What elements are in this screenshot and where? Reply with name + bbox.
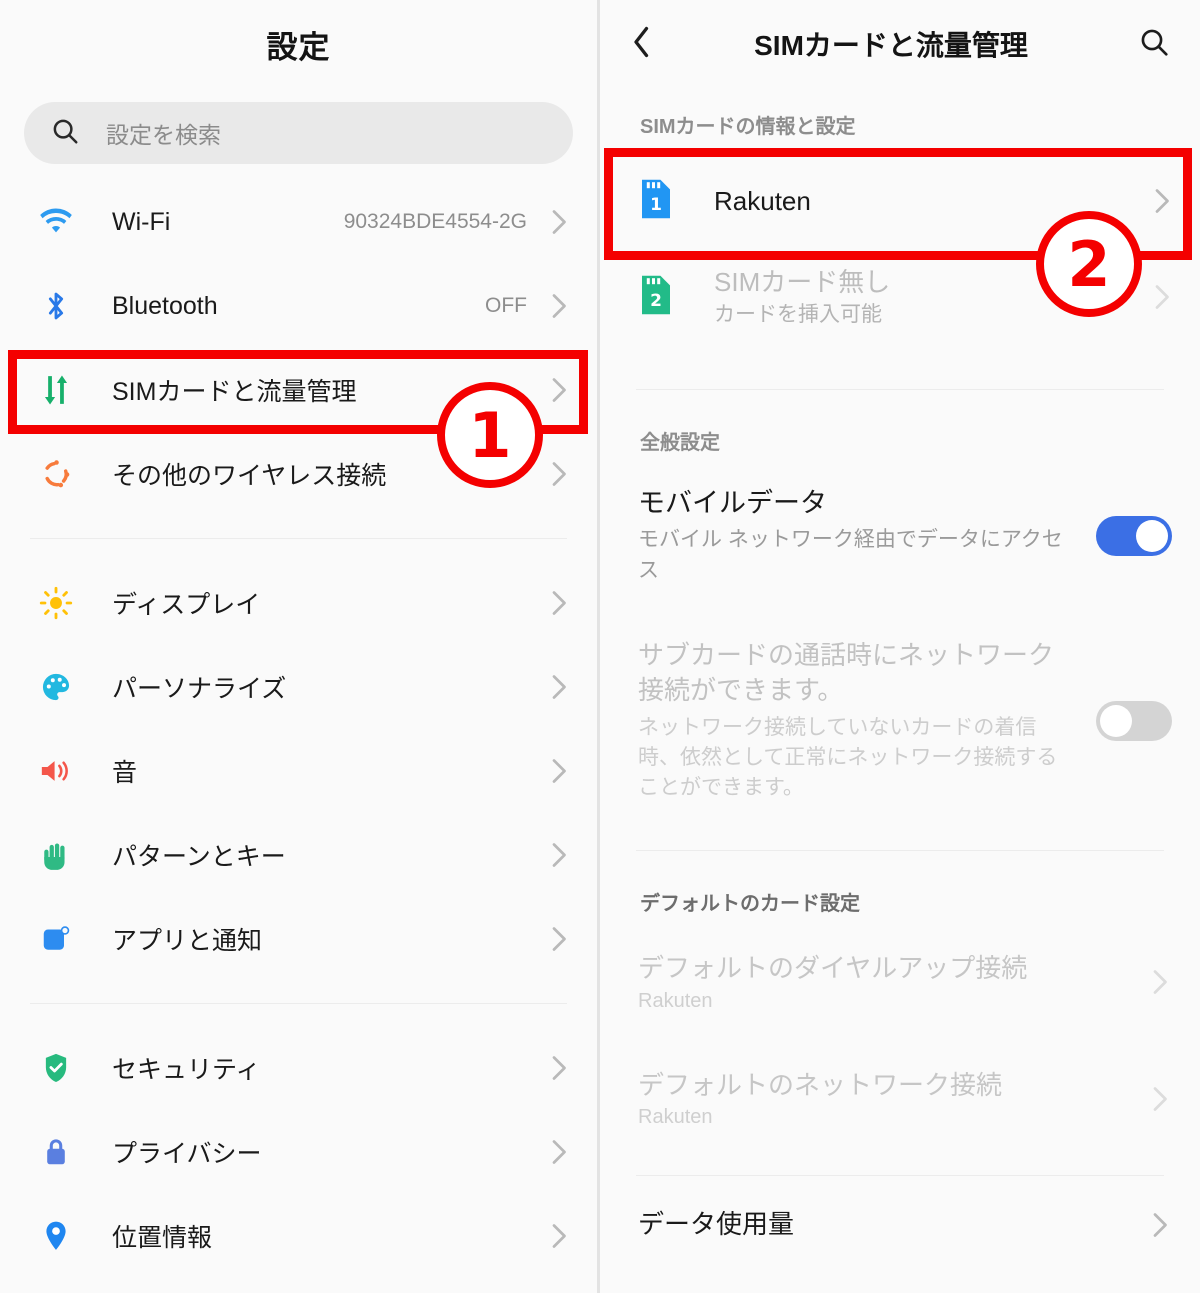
sidebar-item-personalize[interactable]: パーソナライズ [0,645,597,729]
settings-panel: 設定 設定を検索 Wi-Fi 90324BDE4554-2G Bluetooth… [0,0,597,1293]
chevron-right-icon [549,459,571,489]
chevron-right-icon [1150,1210,1172,1240]
default-network-value: Rakuten [638,1106,713,1129]
chevron-right-icon [549,588,571,618]
sidebar-item-label: 位置情報 [112,1224,213,1252]
sidebar-item-bluetooth[interactable]: Bluetooth OFF [0,264,597,348]
lock-icon [34,1136,78,1168]
sidebar-item-wifi[interactable]: Wi-Fi 90324BDE4554-2G [0,180,597,264]
subcard-network-toggle[interactable] [1096,701,1172,742]
chevron-right-icon [1150,967,1172,997]
search-placeholder: 設定を検索 [106,122,221,148]
sidebar-item-patterns-keys[interactable]: パターンとキー [0,813,597,897]
app-bar: SIMカードと流量管理 [600,0,1200,88]
sidebar-item-label: Bluetooth [112,291,218,320]
shield-check-icon [34,1052,78,1084]
sidebar-item-display[interactable]: ディスプレイ [0,561,597,645]
default-network-title: デフォルトのネットワーク接続 [638,1069,1003,1100]
page-title: 設定 [266,29,331,65]
annotation-marker-2: 2 [1036,211,1142,317]
toggle-knob [1136,519,1168,552]
subcard-network-subtitle: ネットワーク接続していないカードの着信時、依然として正常にネットワーク接続するこ… [638,715,1058,800]
chevron-right-icon [1150,1084,1172,1114]
sidebar-item-label: パーソナライズ [112,675,287,703]
brightness-icon [34,586,78,620]
sidebar-item-label: プライバシー [112,1140,262,1168]
screenshot-root: 設定 設定を検索 Wi-Fi 90324BDE4554-2G Bluetooth… [0,0,1200,1293]
sidebar-item-privacy[interactable]: プライバシー [0,1110,597,1194]
chevron-right-icon [549,291,571,321]
sidebar-item-label: ディスプレイ [112,591,261,619]
speaker-icon [34,756,78,786]
sidebar-item-label: セキュリティ [112,1056,261,1084]
mobile-data-toggle[interactable] [1096,515,1172,556]
wifi-ssid-value: 90324BDE4554-2G [343,210,527,233]
section-header-default-card: デフォルトのカード設定 [640,892,860,915]
section-header-sim-info: SIMカードの情報と設定 [640,116,856,138]
page-title: SIMカードと流量管理 [754,30,1028,61]
mobile-data-row[interactable]: モバイルデータ モバイル ネットワーク経由でデータにアクセス [600,469,1200,602]
chevron-right-icon [549,1053,571,1083]
subcard-network-title: サブカードの通話時にネットワーク接続ができます。 [638,640,1055,706]
bluetooth-state-value: OFF [485,294,527,317]
data-usage-title: データ使用量 [638,1209,795,1240]
annotation-marker-1: 1 [437,382,543,488]
palette-icon [34,671,78,703]
default-dialup-row[interactable]: デフォルトのダイヤルアップ接続 Rakuten [600,930,1200,1035]
sim-card-2-icon: 2 [638,273,678,322]
search-input[interactable]: 設定を検索 [24,102,573,164]
wireless-sync-icon [34,458,78,490]
search-icon [50,116,80,151]
sidebar-item-label: Wi-Fi [112,207,171,236]
data-usage-row[interactable]: データ使用量 [600,1176,1200,1264]
sidebar-item-location[interactable]: 位置情報 [0,1194,597,1278]
svg-text:2: 2 [650,290,662,310]
mobile-data-title: モバイルデータ [638,488,827,518]
chevron-right-icon [549,840,571,870]
default-dialup-title: デフォルトのダイヤルアップ接続 [638,952,1028,983]
toggle-knob [1100,705,1132,738]
bluetooth-icon [34,289,78,323]
default-network-row[interactable]: デフォルトのネットワーク接続 Rakuten [600,1035,1200,1152]
subcard-network-row: サブカードの通話時にネットワーク接続ができます。 ネットワーク接続していないカー… [600,622,1200,820]
chevron-right-icon [549,207,571,237]
hand-icon [34,839,78,871]
search-icon[interactable] [1138,26,1170,63]
sidebar-item-sound[interactable]: 音 [0,729,597,813]
section-header-general: 全般設定 [640,432,720,454]
chevron-right-icon [1152,282,1174,312]
sim-management-panel: SIMカードと流量管理 SIMカードの情報と設定 1 Rakuten 2 SIM… [600,0,1200,1293]
sidebar-item-label: アプリと通知 [112,927,263,955]
default-dialup-value: Rakuten [638,989,713,1012]
chevron-right-icon [549,756,571,786]
chevron-right-icon [549,1137,571,1167]
chevron-right-icon [549,672,571,702]
wifi-icon [34,208,78,236]
mobile-data-subtitle: モバイル ネットワーク経由でデータにアクセス [638,528,1063,582]
location-pin-icon [34,1220,78,1252]
sidebar-item-label: パターンとキー [112,843,286,871]
sidebar-item-label: 音 [112,759,138,787]
apps-icon [34,924,78,954]
chevron-right-icon [549,924,571,954]
chevron-right-icon [549,1221,571,1251]
sidebar-item-apps-notifications[interactable]: アプリと通知 [0,897,597,981]
sidebar-item-security[interactable]: セキュリティ [0,1026,597,1110]
